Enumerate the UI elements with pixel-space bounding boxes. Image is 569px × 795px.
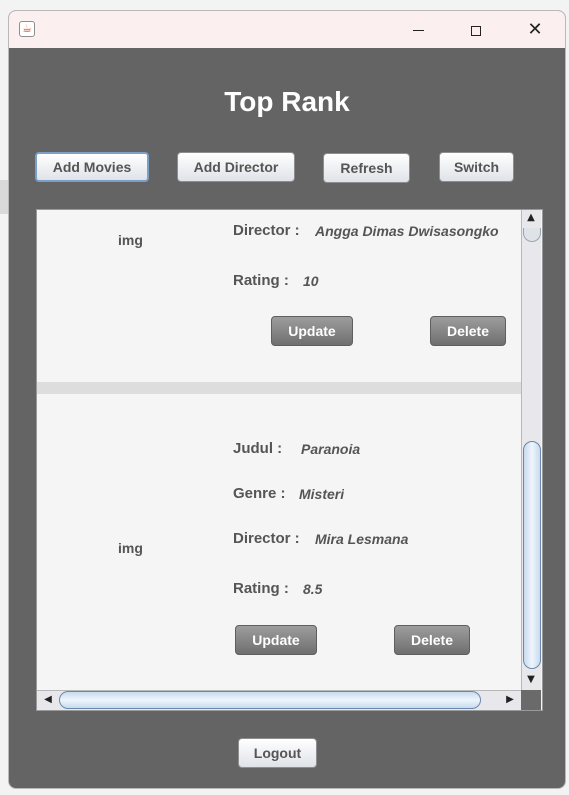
close-icon: ✕ xyxy=(527,19,543,40)
card-separator xyxy=(37,382,521,394)
rating-value: 10 xyxy=(303,273,319,289)
scroll-up-icon[interactable]: ▲ xyxy=(522,212,540,223)
minimize-button[interactable] xyxy=(395,11,441,48)
scroll-right-icon[interactable]: ▶ xyxy=(501,694,519,705)
maximize-icon xyxy=(471,25,481,36)
horizontal-scrollbar[interactable]: ◀ ▶ xyxy=(37,690,521,710)
vertical-scrollbar[interactable]: ▲ ▼ xyxy=(521,210,541,690)
delete-button[interactable]: Delete xyxy=(430,316,506,346)
java-icon: ☕ xyxy=(19,21,35,37)
scroll-down-icon[interactable]: ▼ xyxy=(522,674,540,685)
update-button[interactable]: Update xyxy=(235,625,317,655)
switch-button[interactable]: Switch xyxy=(439,152,514,182)
movie-card: img Director : Angga Dimas Dwisasongko R… xyxy=(37,210,521,382)
judul-label: Judul : xyxy=(233,440,283,457)
vertical-scroll-thumb[interactable] xyxy=(523,441,541,669)
genre-label: Genre : xyxy=(233,485,286,502)
page-title: Top Rank xyxy=(224,86,350,117)
genre-value: Misteri xyxy=(299,486,345,502)
movie-image-placeholder: img xyxy=(118,540,143,556)
add-director-button[interactable]: Add Director xyxy=(177,152,295,182)
title-bar: ☕ ✕ xyxy=(9,11,565,48)
update-button[interactable]: Update xyxy=(271,316,353,346)
director-value: Mira Lesmana xyxy=(315,531,409,547)
movie-image-placeholder: img xyxy=(118,232,143,248)
refresh-button[interactable]: Refresh xyxy=(323,153,410,183)
vertical-track-end xyxy=(523,228,541,242)
delete-button[interactable]: Delete xyxy=(394,625,470,655)
app-window: ☕ ✕ Top Rank Add Movies Add Director Ref… xyxy=(8,10,566,789)
rating-label: Rating : xyxy=(233,580,289,597)
rating-value: 8.5 xyxy=(303,581,323,597)
scroll-corner xyxy=(521,690,541,710)
close-button[interactable]: ✕ xyxy=(512,11,558,48)
director-label: Director : xyxy=(233,222,300,239)
maximize-button[interactable] xyxy=(453,11,499,48)
logout-button[interactable]: Logout xyxy=(238,738,317,768)
director-value: Angga Dimas Dwisasongko xyxy=(315,223,499,239)
movie-list: img Director : Angga Dimas Dwisasongko R… xyxy=(37,210,521,690)
background-strip xyxy=(0,180,8,214)
movie-card: img Judul : Paranoia Genre : Misteri Dir… xyxy=(37,394,521,690)
judul-value: Paranoia xyxy=(301,441,361,457)
scroll-left-icon[interactable]: ◀ xyxy=(39,694,57,705)
minimize-icon xyxy=(412,30,424,31)
movie-list-scroll-pane[interactable]: img Director : Angga Dimas Dwisasongko R… xyxy=(36,209,543,711)
add-movies-button[interactable]: Add Movies xyxy=(35,152,149,182)
horizontal-scroll-thumb[interactable] xyxy=(59,691,481,709)
rating-label: Rating : xyxy=(233,272,289,289)
director-label: Director : xyxy=(233,530,300,547)
